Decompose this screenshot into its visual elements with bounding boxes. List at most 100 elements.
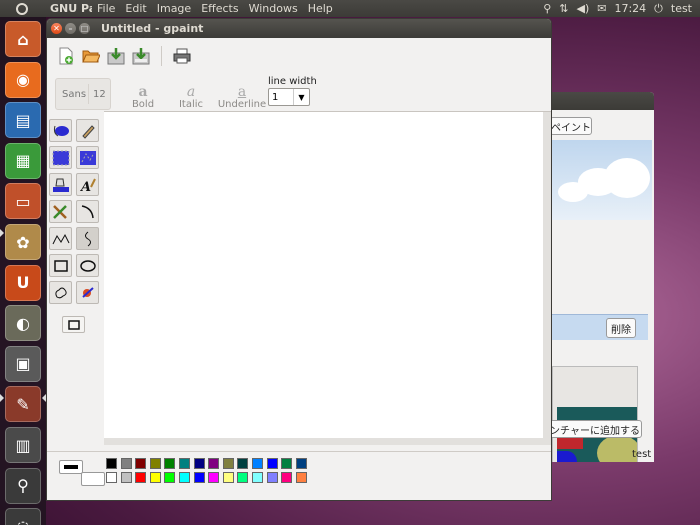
- font-selector[interactable]: Sans 12: [55, 78, 111, 110]
- minimize-icon[interactable]: –: [65, 23, 76, 34]
- palette-color[interactable]: [208, 458, 220, 469]
- input-method-icon[interactable]: ⚲: [543, 2, 551, 15]
- text-tool[interactable]: A: [76, 173, 99, 196]
- launcher-workspaces-icon[interactable]: ▥: [5, 427, 41, 463]
- palette-color[interactable]: [106, 472, 117, 483]
- power-icon[interactable]: ⏻: [654, 2, 663, 16]
- line-width-select[interactable]: 1 ▼: [268, 88, 310, 106]
- palette-color[interactable]: [266, 472, 278, 483]
- line-width-value: 1: [272, 91, 279, 103]
- paint-button[interactable]: ペイント: [550, 117, 592, 135]
- italic-button[interactable]: a Italic: [171, 78, 211, 110]
- app-name: GNU Paint: [50, 2, 92, 15]
- brush-tool[interactable]: [49, 200, 72, 223]
- launcher-trash-icon[interactable]: ◌: [5, 508, 41, 525]
- curve-tool[interactable]: [76, 200, 99, 223]
- polyline-tool[interactable]: [49, 227, 72, 250]
- close-icon[interactable]: ✕: [51, 23, 62, 34]
- menu-edit[interactable]: Edit: [120, 2, 151, 15]
- palette-color[interactable]: [237, 472, 249, 483]
- launcher-libreoffice-calc-icon[interactable]: ▦: [5, 142, 41, 179]
- airbrush-tool[interactable]: [76, 281, 99, 304]
- menu-image[interactable]: Image: [152, 2, 196, 15]
- mail-icon[interactable]: ✉: [597, 2, 606, 15]
- polyline-icon: [52, 233, 69, 244]
- palette-color[interactable]: [295, 458, 307, 469]
- lasso-icon: [53, 125, 69, 136]
- palette-color[interactable]: [120, 458, 132, 469]
- fill-tool[interactable]: [49, 173, 72, 196]
- background-window-titlebar[interactable]: [548, 92, 654, 110]
- palette-color[interactable]: [135, 458, 147, 469]
- palette-color[interactable]: [179, 458, 190, 469]
- network-icon[interactable]: ⇅: [559, 2, 568, 15]
- background-window[interactable]: ペイント 削除 ンチャーに追加する: [548, 92, 654, 462]
- menu-help[interactable]: Help: [303, 2, 338, 15]
- underline-button[interactable]: a Underline: [217, 78, 267, 110]
- launcher-gimp-icon[interactable]: ◐: [5, 305, 41, 342]
- freeform-select-tool[interactable]: [76, 146, 99, 169]
- fill-mode-toggle[interactable]: [62, 316, 85, 333]
- ubuntu-logo-icon[interactable]: [0, 0, 44, 17]
- palette-color[interactable]: [193, 472, 205, 483]
- launcher-firefox-icon[interactable]: ◉: [5, 61, 41, 98]
- background-color-swatch[interactable]: [81, 472, 105, 486]
- palette-color[interactable]: [164, 458, 176, 469]
- launcher-libreoffice-writer-icon[interactable]: ▤: [5, 102, 41, 139]
- volume-icon[interactable]: ◀): [576, 2, 589, 15]
- launcher-ubuntu-one-icon[interactable]: U: [5, 264, 41, 301]
- line-width-label: line width: [268, 76, 317, 87]
- launcher-gpaint-icon[interactable]: ✎: [5, 386, 41, 423]
- menu-effects[interactable]: Effects: [196, 2, 243, 15]
- rect-select-tool[interactable]: [49, 146, 72, 169]
- palette-color[interactable]: [120, 472, 132, 483]
- palette-color[interactable]: [164, 472, 176, 483]
- curve-icon: [81, 204, 94, 218]
- save-button[interactable]: [105, 45, 127, 67]
- palette-color[interactable]: [208, 472, 220, 483]
- palette-color[interactable]: [281, 472, 293, 483]
- bold-button[interactable]: a Bold: [123, 78, 163, 110]
- window-titlebar[interactable]: ✕ – □ Untitled - gpaint: [47, 19, 551, 38]
- freehand-tool[interactable]: [76, 227, 99, 250]
- palette-color[interactable]: [281, 458, 293, 469]
- maximize-icon[interactable]: □: [79, 23, 90, 34]
- launcher-search-icon[interactable]: ⚲: [5, 467, 41, 504]
- user-menu[interactable]: test: [671, 2, 692, 15]
- palette-color[interactable]: [135, 472, 147, 483]
- print-button[interactable]: [171, 45, 193, 67]
- foreground-color-swatch[interactable]: [59, 460, 83, 474]
- new-file-button[interactable]: [55, 45, 77, 67]
- palette-color[interactable]: [222, 458, 234, 469]
- palette-color[interactable]: [222, 472, 234, 483]
- clock[interactable]: 17:24: [614, 2, 646, 15]
- launcher-software-center-icon[interactable]: ✿: [5, 224, 41, 260]
- palette-color[interactable]: [295, 472, 307, 483]
- rectangle-tool[interactable]: [49, 254, 72, 277]
- palette-color[interactable]: [252, 458, 263, 469]
- palette-color[interactable]: [266, 458, 278, 469]
- add-to-launcher-button[interactable]: ンチャーに追加する: [548, 420, 642, 438]
- palette-color[interactable]: [193, 458, 205, 469]
- lasso-select-tool[interactable]: [49, 119, 72, 142]
- delete-button[interactable]: 削除: [606, 318, 636, 338]
- ellipse-tool[interactable]: [76, 254, 99, 277]
- menu-windows[interactable]: Windows: [244, 2, 303, 15]
- closed-freehand-tool[interactable]: [49, 281, 72, 304]
- canvas-scroll-area[interactable]: [104, 111, 551, 445]
- rectangle-icon: [53, 259, 68, 272]
- launcher-screenshot-icon[interactable]: ▣: [5, 345, 41, 382]
- palette-color[interactable]: [252, 472, 263, 483]
- save-as-button[interactable]: [130, 45, 152, 67]
- palette-color[interactable]: [149, 458, 161, 469]
- drawing-canvas[interactable]: [104, 112, 543, 438]
- palette-color[interactable]: [179, 472, 190, 483]
- pencil-tool[interactable]: [76, 119, 99, 142]
- palette-color[interactable]: [237, 458, 249, 469]
- launcher-home-folder-icon[interactable]: ⌂: [5, 21, 41, 57]
- palette-color[interactable]: [106, 458, 117, 469]
- launcher-libreoffice-impress-icon[interactable]: ▭: [5, 183, 41, 220]
- menu-file[interactable]: File: [92, 2, 120, 15]
- open-file-button[interactable]: [80, 45, 102, 67]
- palette-color[interactable]: [149, 472, 161, 483]
